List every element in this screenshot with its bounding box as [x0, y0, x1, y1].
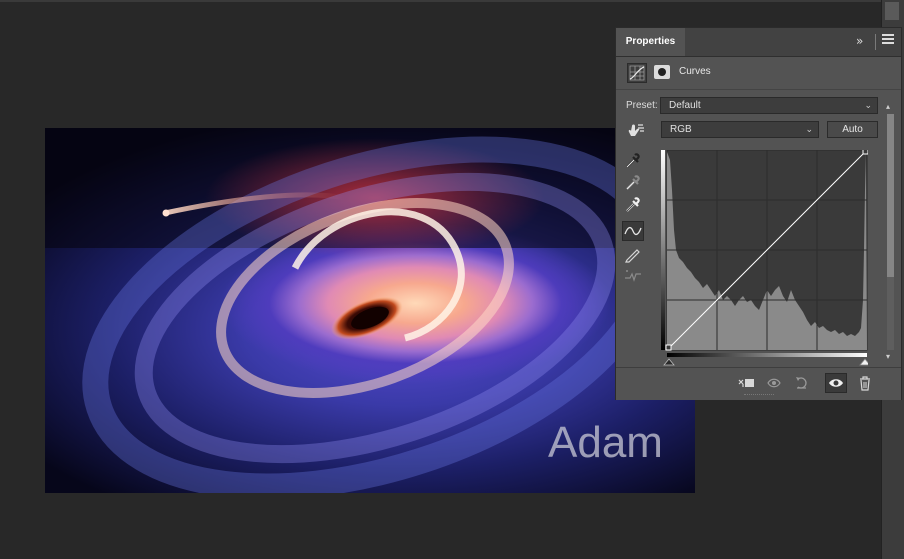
curve-points-icon[interactable]	[622, 221, 644, 241]
view-previous-state-icon[interactable]	[766, 375, 784, 391]
preset-select[interactable]: Default ⌄	[660, 97, 878, 114]
panel-scrollbar[interactable]: ▴ ▾	[884, 102, 897, 366]
tab-properties[interactable]: Properties	[616, 28, 685, 56]
black-point-eyedropper-icon[interactable]	[622, 151, 644, 171]
properties-panel: Properties » Curves Preset: Default ⌄ RG…	[615, 27, 902, 400]
gray-point-eyedropper-icon[interactable]	[622, 173, 644, 193]
curves-graph[interactable]	[661, 148, 871, 366]
chevron-down-icon[interactable]: ▾	[886, 352, 890, 361]
panel-resize-grip[interactable]	[744, 394, 774, 398]
on-image-adjustment-icon[interactable]	[626, 122, 646, 140]
reset-icon[interactable]	[794, 375, 812, 391]
trash-icon[interactable]	[856, 375, 874, 391]
smooth-curve-icon[interactable]	[622, 266, 644, 286]
white-input-slider[interactable]	[859, 358, 871, 366]
scrollbar-thumb[interactable]	[887, 114, 894, 277]
chevron-up-icon[interactable]: ▴	[886, 102, 890, 111]
black-point-handle[interactable]	[665, 344, 672, 351]
output-gradient-bar	[661, 150, 665, 350]
watermark-text: Adam	[548, 418, 663, 467]
chevron-down-icon: ⌄	[805, 124, 813, 134]
channel-value: RGB	[670, 124, 692, 135]
chevron-down-icon: ⌄	[864, 100, 872, 110]
auto-button[interactable]: Auto	[827, 121, 878, 138]
panel-divider	[875, 34, 876, 50]
collapse-panel-icon[interactable]: »	[856, 34, 863, 48]
document-image[interactable]: Adam	[45, 128, 695, 493]
workspace-scrollbar-thumb[interactable]	[885, 2, 899, 20]
preset-label: Preset:	[626, 100, 658, 111]
curves-adjustment-icon[interactable]	[627, 63, 647, 83]
visibility-eye-icon[interactable]	[825, 373, 847, 393]
pencil-icon[interactable]	[622, 244, 644, 264]
black-input-slider[interactable]	[663, 358, 675, 366]
white-point-handle[interactable]	[862, 148, 869, 155]
clip-to-layer-icon[interactable]	[737, 375, 755, 391]
panel-tabbar: Properties »	[616, 28, 901, 57]
white-point-eyedropper-icon[interactable]	[622, 195, 644, 215]
preset-value: Default	[669, 100, 701, 111]
adjustment-title: Curves	[679, 66, 711, 77]
layer-mask-icon[interactable]	[654, 65, 670, 79]
input-gradient-bar	[667, 353, 867, 357]
channel-select[interactable]: RGB ⌄	[661, 121, 819, 138]
panel-menu-icon[interactable]	[882, 34, 894, 46]
